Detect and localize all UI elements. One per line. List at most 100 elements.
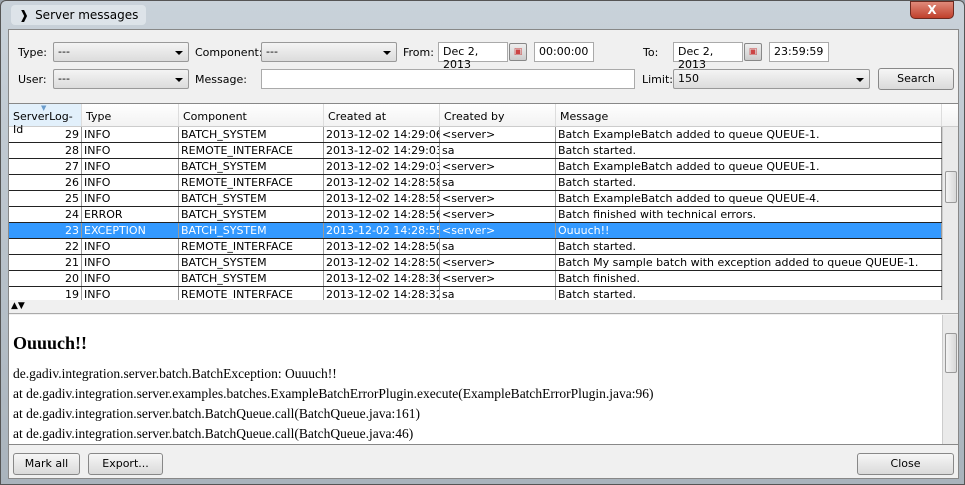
scrollbar-thumb[interactable] (945, 333, 957, 373)
to-date-input[interactable]: Dec 2, 2013 (673, 42, 743, 71)
cell-created-by: sa (440, 175, 556, 190)
cell-type: INFO (82, 287, 179, 300)
from-calendar-icon[interactable]: ▣ (509, 43, 527, 61)
cell-component: REMOTE_INTERFACE (179, 175, 324, 190)
column-header-type[interactable]: Type (82, 104, 179, 126)
cell-created-by: sa (440, 143, 556, 158)
to-calendar-icon[interactable]: ▣ (744, 43, 762, 61)
cell-component: BATCH_SYSTEM (179, 127, 324, 142)
type-label: Type: (18, 46, 47, 59)
from-time-input[interactable]: 00:00:00 (534, 42, 594, 62)
cell-created-at: 2013-12-02 14:28:56 (326, 207, 440, 222)
cell-created-at: 2013-12-02 14:28:32 (326, 287, 440, 300)
type-select[interactable]: --- (53, 42, 189, 62)
cell-created-by: <server> (440, 159, 556, 174)
message-input[interactable] (261, 69, 635, 89)
limit-label: Limit: (642, 73, 673, 86)
table-row[interactable]: 25 INFO BATCH_SYSTEM 2013-12-02 14:28:58 <se… (9, 191, 958, 207)
user-label: User: (18, 73, 47, 86)
column-header-component[interactable]: Component (179, 104, 324, 126)
detail-scrollbar[interactable] (942, 315, 958, 444)
column-header-id[interactable]: ▼ ServerLog-Id (9, 104, 82, 136)
column-header-created-by[interactable]: Created by (440, 104, 556, 126)
cell-component: REMOTE_INTERFACE (179, 287, 324, 300)
close-button[interactable]: Close (857, 453, 954, 475)
export-button[interactable]: Export... (88, 453, 163, 475)
table-row[interactable]: 26 INFO REMOTE_INTERFACE 2013-12-02 14:28:5… (9, 175, 958, 191)
table-row[interactable]: 21 INFO BATCH_SYSTEM 2013-12-02 14:28:50 <se… (9, 255, 958, 271)
cell-type: INFO (82, 191, 179, 206)
column-header-created-at[interactable]: Created at (324, 104, 440, 126)
cell-message: Batch ExampleBatch added to queue QUEUE-… (556, 127, 942, 142)
cell-type: INFO (82, 255, 179, 270)
messages-table: ▼ ServerLog-Id Type Component Created at … (9, 103, 958, 300)
from-label: From: (403, 46, 434, 59)
cell-created-by: <server> (440, 271, 556, 286)
cell-component: BATCH_SYSTEM (179, 159, 324, 174)
table-row[interactable]: 27 INFO BATCH_SYSTEM 2013-12-02 14:29:03 <se… (9, 159, 958, 175)
table-scrollbar[interactable] (942, 127, 958, 300)
search-button[interactable]: Search (878, 68, 954, 90)
cell-message: Ouuuch!! (556, 223, 942, 238)
user-select[interactable]: --- (53, 69, 189, 89)
detail-line: at de.gadiv.integration.server.batch.Bat… (13, 406, 420, 421)
limit-select[interactable]: 150 (673, 69, 870, 89)
cell-created-at: 2013-12-02 14:29:03 (326, 143, 440, 158)
cell-created-by: sa (440, 287, 556, 300)
cell-id: 22 (9, 239, 82, 254)
cell-message: Batch ExampleBatch added to queue QUEUE-… (556, 159, 942, 174)
cell-message: Batch started. (556, 175, 942, 190)
cell-created-at: 2013-12-02 14:28:36 (326, 271, 440, 286)
scrollbar-thumb[interactable] (945, 171, 957, 203)
to-time-input[interactable]: 23:59:59 (769, 42, 829, 62)
cell-created-at: 2013-12-02 14:28:58 (326, 175, 440, 190)
cell-id: 25 (9, 191, 82, 206)
mark-all-button[interactable]: Mark all (13, 453, 80, 475)
cell-type: INFO (82, 159, 179, 174)
split-pane-divider[interactable]: ▲▼ (9, 301, 958, 314)
cell-message: Batch started. (556, 143, 942, 158)
cell-id: 27 (9, 159, 82, 174)
detail-line: at de.gadiv.integration.server.batch.Bat… (13, 426, 414, 441)
table-row[interactable]: 28 INFO REMOTE_INTERFACE 2013-12-02 14:29:0… (9, 143, 958, 159)
cell-created-at: 2013-12-02 14:29:03 (326, 159, 440, 174)
cell-created-by: <server> (440, 191, 556, 206)
cell-message: Batch started. (556, 287, 942, 300)
cell-type: INFO (82, 127, 179, 142)
table-row[interactable]: 29 INFO BATCH_SYSTEM 2013-12-02 14:29:06 <se… (9, 127, 958, 143)
cell-created-by: <server> (440, 255, 556, 270)
cell-type: ERROR (82, 207, 179, 222)
from-date-input[interactable]: Dec 2, 2013 (438, 42, 508, 71)
cell-id: 24 (9, 207, 82, 222)
cell-component: BATCH_SYSTEM (179, 191, 324, 206)
expand-collapse-arrows-icon[interactable]: ▲▼ (11, 301, 25, 311)
to-label: To: (643, 46, 659, 59)
table-row[interactable]: 23 EXCEPTION BATCH_SYSTEM 2013-12-02 14:28:… (9, 223, 958, 239)
cell-created-by: <server> (440, 207, 556, 222)
sort-indicator-icon: ▼ (41, 104, 47, 112)
table-row[interactable]: 20 INFO BATCH_SYSTEM 2013-12-02 14:28:36 <se… (9, 271, 958, 287)
title-bar: ❱ Server messages (11, 5, 147, 25)
detail-line: at de.gadiv.integration.server.examples.… (13, 386, 654, 401)
table-row[interactable]: 22 INFO REMOTE_INTERFACE 2013-12-02 14:28:5… (9, 239, 958, 255)
table-header: ▼ ServerLog-Id Type Component Created at … (9, 104, 958, 136)
cell-message: Batch started. (556, 239, 942, 254)
cell-message: Batch finished. (556, 271, 942, 286)
cell-created-at: 2013-12-02 14:28:50 (326, 255, 440, 270)
cell-type: EXCEPTION (82, 223, 179, 238)
component-select[interactable]: --- (261, 42, 397, 62)
cell-component: BATCH_SYSTEM (179, 207, 324, 222)
cell-type: INFO (82, 143, 179, 158)
column-header-message[interactable]: Message (556, 104, 942, 126)
cell-component: REMOTE_INTERFACE (179, 239, 324, 254)
window-close-button[interactable]: X (910, 1, 954, 19)
cell-id: 19 (9, 287, 82, 300)
cell-type: INFO (82, 239, 179, 254)
cell-created-at: 2013-12-02 14:28:58 (326, 191, 440, 206)
table-row[interactable]: 19 INFO REMOTE_INTERFACE 2013-12-02 14:28:3… (9, 287, 958, 300)
table-row[interactable]: 24 ERROR BATCH_SYSTEM 2013-12-02 14:28:56 <s… (9, 207, 958, 223)
cell-component: REMOTE_INTERFACE (179, 143, 324, 158)
cell-message: Batch finished with technical errors. (556, 207, 942, 222)
cell-id: 26 (9, 175, 82, 190)
cell-id: 23 (9, 223, 82, 238)
